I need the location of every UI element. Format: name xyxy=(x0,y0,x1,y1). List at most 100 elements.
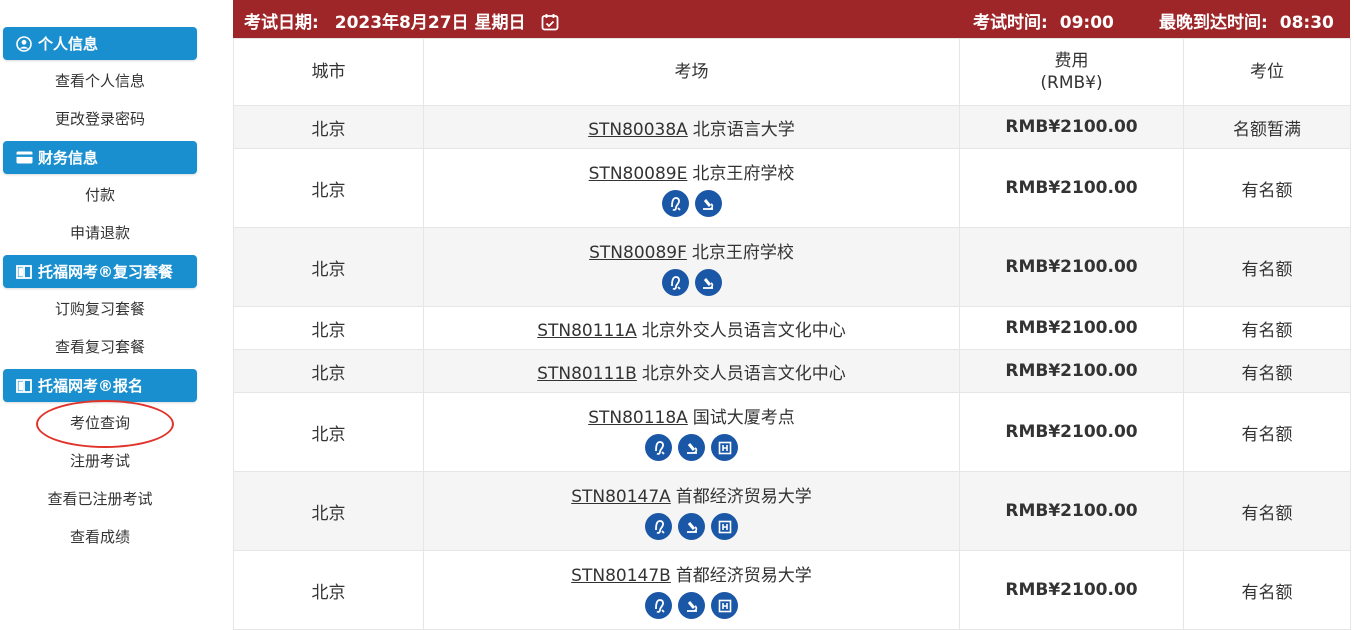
fee-cell: RMB¥2100.00 xyxy=(959,349,1184,393)
book-icon xyxy=(15,263,33,281)
venue-name: 北京王府学校 xyxy=(692,164,795,184)
fee-header-line1: 费用 xyxy=(1054,51,1089,71)
city-cell: 北京 xyxy=(233,392,424,472)
section-header-finance[interactable]: 财务信息 xyxy=(3,141,197,174)
ear-icon[interactable] xyxy=(645,592,672,619)
venue-cell: STN80089E 北京王府学校 xyxy=(423,148,960,228)
exam-time-label: 考试时间: xyxy=(973,13,1048,33)
venue-code-link[interactable]: STN80111B xyxy=(537,364,637,384)
section-title: 托福网考®报名 xyxy=(38,377,144,395)
column-header-fee: 费用 (RMB¥) xyxy=(959,38,1184,106)
fee-cell: RMB¥2100.00 xyxy=(959,148,1184,228)
seat-status-cell: 有名额 xyxy=(1183,349,1351,393)
sidebar-link-payment[interactable]: 付款 xyxy=(0,183,200,207)
book-icon xyxy=(15,377,33,395)
venue-code-link[interactable]: STN80111A xyxy=(537,321,637,341)
venue-name: 北京语言大学 xyxy=(692,119,795,140)
sidebar-link-register-exam[interactable]: 注册考试 xyxy=(0,449,200,473)
hospital-icon[interactable] xyxy=(711,592,738,619)
sidebar-link-order-package[interactable]: 订购复习套餐 xyxy=(0,297,200,321)
city-cell: 北京 xyxy=(233,148,424,228)
latest-arrival-time: 最晚到达时间: 08:30 xyxy=(1159,8,1334,33)
venue-name: 北京外交人员语言文化中心 xyxy=(641,320,846,341)
section-title: 财务信息 xyxy=(38,149,99,167)
city-cell: 北京 xyxy=(233,349,424,393)
venue-cell: STN80118A 国试大厦考点 xyxy=(423,392,960,472)
table-row: 北京 STN80038A 北京语言大学 RMB¥2100.00 名额暂满 xyxy=(233,105,1351,149)
venue-name: 国试大厦考点 xyxy=(692,408,795,428)
venue-table: 城市 考场 费用 (RMB¥) 考位 北京 STN80038A北京语言大学 R xyxy=(233,38,1351,630)
ear-icon[interactable] xyxy=(661,190,689,217)
seat-status-cell: 有名额 xyxy=(1183,471,1351,551)
microscope-icon[interactable] xyxy=(694,269,722,296)
table-row: 北京 STN80111A 北京外交人员语言文化中心 RMB¥2100.00 有名额 xyxy=(233,306,1351,350)
venue-cell: STN80111A 北京外交人员语言文化中心 xyxy=(423,306,960,350)
city-cell: 北京 xyxy=(233,550,424,630)
venue-code-link[interactable]: STN80089E xyxy=(589,164,688,184)
sidebar-link-view-profile[interactable]: 查看个人信息 xyxy=(0,69,200,93)
section-header-registration[interactable]: 托福网考®报名 xyxy=(3,369,197,402)
facility-icons xyxy=(424,269,959,296)
exam-date-value: 2023年8月27日 星期日 xyxy=(334,13,526,33)
page: 个人信息 查看个人信息 更改登录密码 财务信息 付款 申请退款 托福网考®复习套… xyxy=(0,0,1354,630)
table-row: 北京 STN80089E 北京王府学校 RMB¥2100.00 有名额 xyxy=(233,148,1351,228)
exam-date: 考试日期: 2023年8月27日 星期日 xyxy=(244,8,559,36)
venue-name: 首都经济贸易大学 xyxy=(675,566,812,586)
sidebar: 个人信息 查看个人信息 更改登录密码 财务信息 付款 申请退款 托福网考®复习套… xyxy=(0,0,200,630)
hospital-icon[interactable] xyxy=(711,513,738,540)
city-cell: 北京 xyxy=(233,227,424,307)
fee-cell: RMB¥2100.00 xyxy=(959,550,1184,630)
arrival-time-label: 最晚到达时间: xyxy=(1159,13,1268,33)
venue-cell: STN80147A 首都经济贸易大学 xyxy=(423,471,960,551)
venue-code-link[interactable]: STN80147A xyxy=(571,487,671,507)
exam-time-value: 09:00 xyxy=(1059,13,1114,33)
ear-icon[interactable] xyxy=(661,269,689,296)
table-row: 北京 STN80118A 国试大厦考点 RMB¥2100.00 有名额 xyxy=(233,392,1351,472)
ear-icon[interactable] xyxy=(645,513,672,540)
main-content: 考试日期: 2023年8月27日 星期日 考试时间: 09:00 最晚到达时间:… xyxy=(233,0,1351,630)
seat-status-cell: 有名额 xyxy=(1183,306,1351,350)
venue-name: 首都经济贸易大学 xyxy=(675,487,812,507)
venue-name: 北京外交人员语言文化中心 xyxy=(641,363,846,384)
venue-cell: STN80089F 北京王府学校 xyxy=(423,227,960,307)
table-row: 北京 STN80147A 首都经济贸易大学 RMB¥2100.00 有名额 xyxy=(233,471,1351,551)
ear-icon[interactable] xyxy=(645,434,672,461)
venue-code-link[interactable]: STN80118A xyxy=(588,408,688,428)
user-circle-icon xyxy=(15,35,33,53)
venue-cell: STN80147B 首都经济贸易大学 xyxy=(423,550,960,630)
hospital-icon[interactable] xyxy=(711,434,738,461)
microscope-icon[interactable] xyxy=(694,190,722,217)
section-header-review-package[interactable]: 托福网考®复习套餐 xyxy=(3,255,197,288)
credit-card-icon xyxy=(15,149,33,167)
city-cell: 北京 xyxy=(233,105,424,149)
facility-icons xyxy=(424,592,959,619)
fee-header-line2: (RMB¥) xyxy=(1040,73,1103,93)
section-header-personal[interactable]: 个人信息 xyxy=(3,27,197,60)
city-cell: 北京 xyxy=(233,471,424,551)
city-cell: 北京 xyxy=(233,306,424,350)
column-header-city: 城市 xyxy=(233,38,424,106)
calendar-icon[interactable] xyxy=(541,13,559,36)
section-title: 个人信息 xyxy=(38,35,99,53)
fee-cell: RMB¥2100.00 xyxy=(959,471,1184,551)
sidebar-link-seat-search[interactable]: 考位查询 xyxy=(0,411,200,435)
microscope-icon[interactable] xyxy=(678,434,705,461)
exam-date-label: 考试日期: xyxy=(244,13,319,33)
fee-cell: RMB¥2100.00 xyxy=(959,306,1184,350)
venue-code-link[interactable]: STN80089F xyxy=(589,243,687,263)
sidebar-link-view-scores[interactable]: 查看成绩 xyxy=(0,525,200,549)
seat-status-cell: 有名额 xyxy=(1183,148,1351,228)
sidebar-link-change-password[interactable]: 更改登录密码 xyxy=(0,107,200,131)
venue-cell: STN80111B 北京外交人员语言文化中心 xyxy=(423,349,960,393)
facility-icons xyxy=(424,190,959,217)
table-row: 北京 STN80147B 首都经济贸易大学 RMB¥2100.00 有名额 xyxy=(233,550,1351,630)
sidebar-link-view-package[interactable]: 查看复习套餐 xyxy=(0,335,200,359)
sidebar-link-refund[interactable]: 申请退款 xyxy=(0,221,200,245)
table-row: 北京 STN80111B 北京外交人员语言文化中心 RMB¥2100.00 有名额 xyxy=(233,349,1351,393)
microscope-icon[interactable] xyxy=(678,592,705,619)
venue-code-link[interactable]: STN80147B xyxy=(571,566,671,586)
venue-code-link[interactable]: STN80038A xyxy=(588,120,688,140)
column-header-venue: 考场 xyxy=(423,38,960,106)
microscope-icon[interactable] xyxy=(678,513,705,540)
sidebar-link-view-registered[interactable]: 查看已注册考试 xyxy=(0,487,200,511)
